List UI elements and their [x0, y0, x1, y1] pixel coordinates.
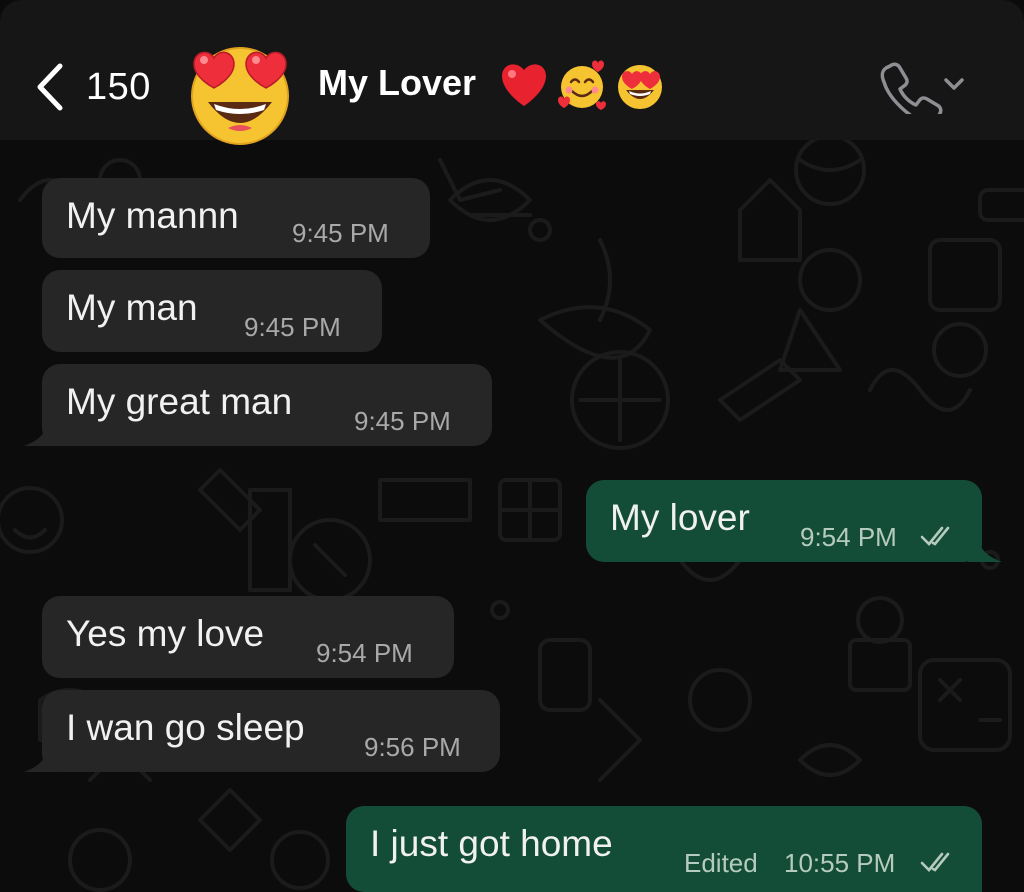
contact-avatar-heart-eyes-icon[interactable]	[178, 38, 302, 146]
message-text: My great man	[66, 381, 293, 422]
heart-eyes-face-icon	[618, 65, 662, 109]
message-bubble-incoming[interactable]: My man 9:45 PM	[42, 270, 382, 352]
edited-label: Edited	[684, 848, 758, 878]
message-text: I wan go sleep	[66, 707, 305, 748]
contact-name[interactable]: My Lover	[318, 62, 476, 104]
read-receipt-icon	[920, 852, 950, 872]
message-bubble-outgoing[interactable]: I just got home Edited 10:55 PM	[346, 806, 982, 892]
chat-header: 150 My Lover	[0, 0, 1024, 145]
smiling-face-with-hearts-icon	[558, 60, 606, 110]
read-receipt-icon	[920, 526, 950, 546]
message-bubble-incoming[interactable]: I wan go sleep 9:56 PM	[42, 690, 500, 772]
bubble-tail	[24, 748, 58, 772]
phone-icon[interactable]	[880, 58, 970, 114]
back-chevron-icon[interactable]	[32, 62, 72, 112]
message-time: 9:54 PM	[316, 638, 413, 668]
message-text: I just got home	[370, 823, 613, 864]
message-time: 10:55 PM	[784, 848, 896, 878]
message-bubble-incoming[interactable]: My great man 9:45 PM	[42, 364, 492, 446]
message-text: My mannn	[66, 195, 239, 236]
message-text: My man	[66, 287, 198, 328]
message-time: 9:56 PM	[364, 732, 461, 762]
message-text: Yes my love	[66, 613, 265, 654]
message-time: 9:54 PM	[800, 522, 897, 552]
message-text: My lover	[610, 497, 750, 538]
chevron-down-icon	[944, 78, 964, 90]
message-bubble-outgoing[interactable]: My lover 9:54 PM	[586, 480, 982, 562]
message-bubble-incoming[interactable]: Yes my love 9:54 PM	[42, 596, 454, 678]
bubble-tail	[968, 538, 1002, 562]
message-time: 9:45 PM	[244, 312, 341, 342]
bubble-tail	[24, 422, 58, 446]
red-heart-icon	[502, 64, 546, 106]
message-bubble-incoming[interactable]: My mannn 9:45 PM	[42, 178, 430, 258]
unread-count[interactable]: 150	[86, 66, 151, 109]
chat-background: My mannn 9:45 PM My man 9:45 PM My great…	[0, 140, 1024, 892]
name-emojis	[502, 60, 662, 110]
message-time: 9:45 PM	[354, 406, 451, 436]
message-time: 9:45 PM	[292, 218, 389, 248]
